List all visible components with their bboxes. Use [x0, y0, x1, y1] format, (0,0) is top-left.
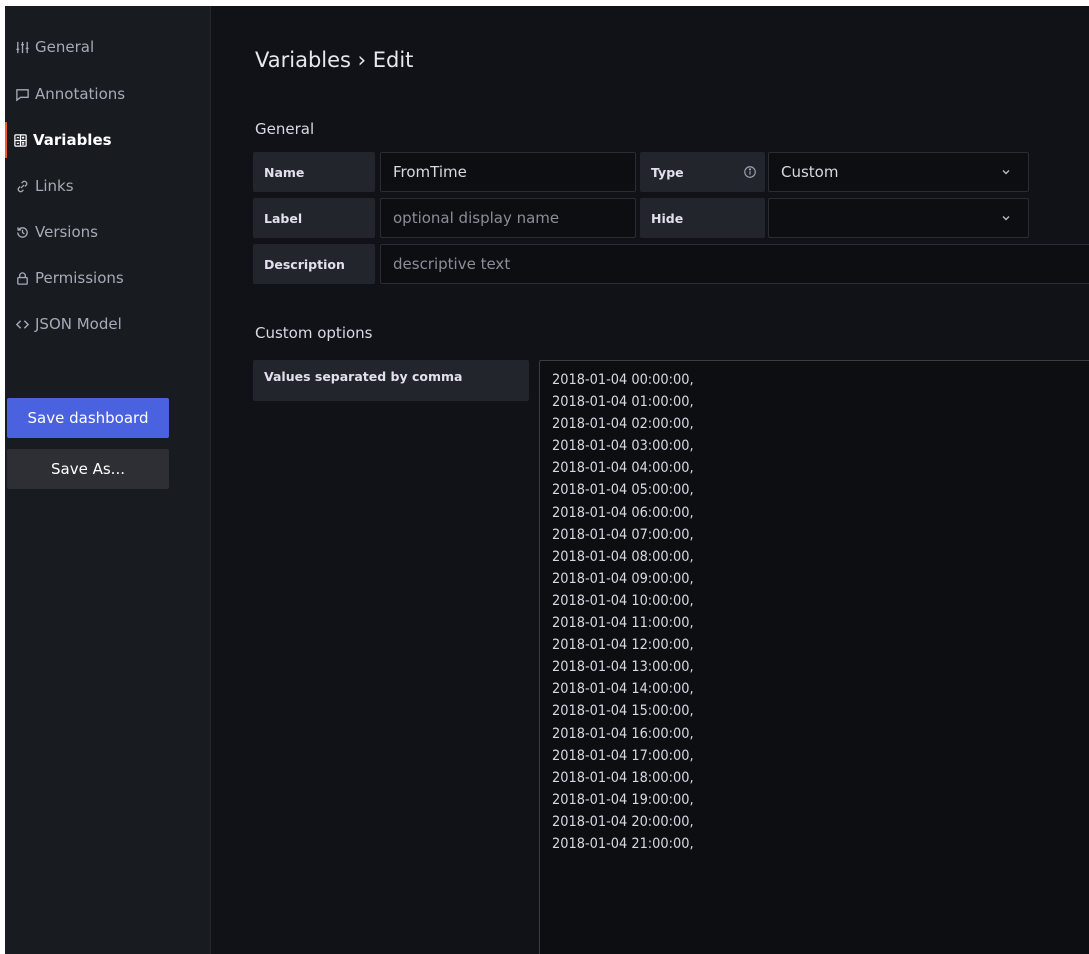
label-placeholder: optional display name: [393, 209, 560, 227]
custom-value-line: 2018-01-04 02:00:00,: [552, 416, 694, 433]
lock-icon: [13, 270, 31, 286]
custom-value-line: 2018-01-04 00:00:00,: [552, 372, 694, 388]
app-window: General Annotations Variables Links Vers…: [5, 6, 1089, 954]
description-input[interactable]: descriptive text: [380, 244, 1089, 284]
settings-sidebar: General Annotations Variables Links Vers…: [5, 6, 211, 954]
custom-value-line: 2018-01-04 20:00:00,: [552, 813, 694, 830]
sidebar-item-versions[interactable]: Versions: [5, 214, 205, 250]
custom-value-line: 2018-01-04 18:00:00,: [552, 769, 694, 786]
custom-value-line: 2018-01-04 15:00:00,: [552, 703, 694, 720]
custom-value-line: 2018-01-04 06:00:00,: [552, 504, 694, 521]
variable-editor: Variables › Edit General Name FromTime T…: [211, 6, 1089, 954]
values-label: Values separated by comma: [253, 360, 529, 401]
sidebar-item-label: JSON Model: [35, 315, 122, 333]
calculator-icon: [11, 132, 29, 148]
label-label: Label: [253, 198, 375, 238]
sidebar-item-label: Versions: [35, 223, 98, 241]
sidebar-item-permissions[interactable]: Permissions: [5, 260, 205, 296]
description-placeholder: descriptive text: [393, 255, 511, 273]
sidebar-item-variables[interactable]: Variables: [5, 122, 205, 158]
custom-value-line: 2018-01-04 11:00:00,: [552, 615, 694, 632]
custom-values-textarea[interactable]: 2018-01-04 00:00:00, 2018-01-04 01:00:00,…: [539, 360, 1089, 954]
custom-value-line: 2018-01-04 13:00:00,: [552, 659, 694, 676]
sidebar-item-general[interactable]: General: [5, 29, 205, 65]
comment-icon: [13, 86, 31, 102]
chevron-down-icon: [1002, 216, 1010, 221]
sidebar-item-label: Permissions: [35, 269, 124, 287]
name-value: FromTime: [393, 163, 467, 181]
chevron-down-icon: [1002, 170, 1010, 175]
sidebar-item-label: General: [35, 38, 95, 56]
page-title: Variables › Edit: [255, 48, 414, 72]
general-section-title: General: [255, 120, 315, 138]
type-select[interactable]: Custom: [768, 152, 1029, 192]
link-icon: [13, 178, 31, 194]
info-icon[interactable]: [743, 165, 757, 179]
custom-value-line: 2018-01-04 10:00:00,: [552, 592, 694, 609]
custom-value-line: 2018-01-04 05:00:00,: [552, 482, 694, 499]
history-icon: [13, 224, 31, 240]
custom-value-line: 2018-01-04 12:00:00,: [552, 637, 694, 654]
custom-value-line: 2018-01-04 08:00:00,: [552, 548, 694, 565]
custom-value-line: 2018-01-04 03:00:00,: [552, 438, 694, 455]
sidebar-item-annotations[interactable]: Annotations: [5, 76, 205, 112]
custom-value-line: 2018-01-04 21:00:00,: [552, 835, 694, 852]
sidebar-item-json-model[interactable]: JSON Model: [5, 306, 205, 342]
custom-value-line: 2018-01-04 14:00:00,: [552, 681, 694, 698]
custom-options-section-title: Custom options: [255, 324, 373, 342]
custom-value-line: 2018-01-04 07:00:00,: [552, 526, 694, 543]
label-input[interactable]: optional display name: [380, 198, 636, 238]
sidebar-item-label: Variables: [33, 131, 112, 149]
name-input[interactable]: FromTime: [380, 152, 636, 192]
custom-value-line: 2018-01-04 19:00:00,: [552, 791, 694, 808]
hide-label: Hide: [640, 198, 765, 238]
type-label: Type: [640, 152, 765, 192]
custom-value-line: 2018-01-04 09:00:00,: [552, 570, 694, 587]
sidebar-item-label: Links: [35, 177, 74, 195]
sidebar-item-links[interactable]: Links: [5, 168, 205, 204]
code-brackets-icon: [13, 316, 31, 332]
save-dashboard-button[interactable]: Save dashboard: [7, 398, 169, 438]
custom-value-line: 2018-01-04 16:00:00,: [552, 725, 694, 742]
custom-value-line: 2018-01-04 04:00:00,: [552, 460, 694, 477]
custom-value-line: 2018-01-04 01:00:00,: [552, 394, 694, 411]
description-label: Description: [253, 244, 375, 284]
sliders-icon: [13, 39, 31, 55]
type-value: Custom: [781, 163, 839, 181]
sidebar-item-label: Annotations: [35, 85, 126, 103]
custom-value-line: 2018-01-04 17:00:00,: [552, 747, 694, 764]
name-label: Name: [253, 152, 375, 192]
save-as-button[interactable]: Save As...: [7, 449, 169, 489]
hide-select[interactable]: [768, 198, 1029, 238]
type-label-text: Type: [651, 164, 684, 180]
